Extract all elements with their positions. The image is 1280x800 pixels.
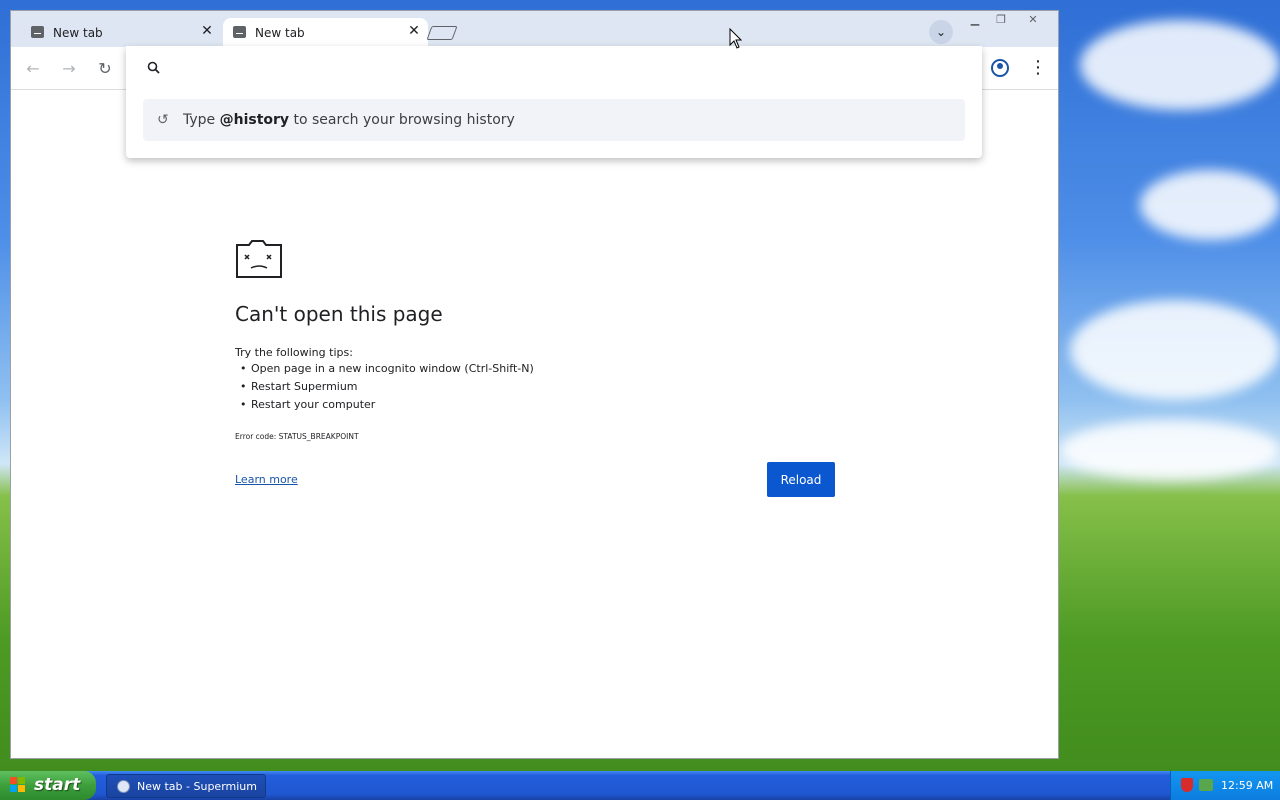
tab-close-icon[interactable]: ✕ bbox=[199, 23, 215, 39]
mouse-cursor-icon bbox=[729, 28, 743, 49]
tip-item: Restart Supermium bbox=[235, 378, 534, 396]
omnibox-dropdown: ↺ Type @history to search your browsing … bbox=[126, 46, 982, 158]
system-tray: 12:59 AM bbox=[1170, 771, 1280, 800]
reload-icon[interactable]: ↻ bbox=[95, 59, 115, 79]
desktop-cloud bbox=[1060, 420, 1280, 480]
learn-more-link[interactable]: Learn more bbox=[235, 473, 298, 486]
security-shield-icon[interactable] bbox=[1181, 778, 1193, 792]
start-button[interactable]: start bbox=[0, 771, 96, 800]
tab-search-button[interactable]: ⌄ bbox=[929, 20, 953, 44]
windows-logo-icon bbox=[10, 777, 25, 792]
profile-icon[interactable] bbox=[991, 59, 1009, 77]
start-label: start bbox=[34, 775, 81, 795]
error-code: Error code: STATUS_BREAKPOINT bbox=[235, 432, 359, 441]
forward-arrow-icon[interactable]: → bbox=[59, 59, 79, 79]
desktop-cloud bbox=[1140, 170, 1280, 240]
taskbar-item-supermium[interactable]: New tab - Supermium bbox=[106, 774, 266, 798]
clock[interactable]: 12:59 AM bbox=[1221, 779, 1273, 792]
new-tab-button[interactable] bbox=[426, 26, 458, 40]
tab-strip: New tab ✕ New tab ✕ ⌄ ▁ ❐ ✕ bbox=[11, 11, 1058, 47]
history-icon: ↺ bbox=[157, 112, 169, 128]
back-arrow-icon[interactable]: ← bbox=[23, 59, 43, 79]
suggestion-text: Type @history to search your browsing hi… bbox=[183, 112, 515, 128]
network-icon[interactable] bbox=[1199, 779, 1213, 791]
tip-item: Open page in a new incognito window (Ctr… bbox=[235, 360, 534, 378]
desktop-cloud bbox=[1080, 20, 1280, 110]
close-window-button[interactable]: ✕ bbox=[1021, 11, 1045, 29]
desktop-cloud bbox=[1070, 300, 1280, 400]
omnibox-suggestion[interactable]: ↺ Type @history to search your browsing … bbox=[143, 99, 965, 141]
address-bar-input[interactable] bbox=[176, 56, 940, 82]
search-icon bbox=[147, 61, 160, 74]
tips-list: Open page in a new incognito window (Ctr… bbox=[235, 360, 534, 414]
sad-folder-icon bbox=[236, 240, 282, 278]
tips-heading: Try the following tips: bbox=[235, 346, 353, 359]
tab-new-tab-1[interactable]: New tab ✕ bbox=[21, 18, 221, 47]
supermium-icon bbox=[117, 780, 130, 793]
suggestion-keyword: @history bbox=[219, 112, 290, 128]
page-icon bbox=[31, 26, 44, 38]
maximize-button[interactable]: ❐ bbox=[989, 11, 1013, 29]
minimize-button[interactable]: ▁ bbox=[963, 11, 987, 29]
browser-window: New tab ✕ New tab ✕ ⌄ ▁ ❐ ✕ ← → ↻ ⋮ Can'… bbox=[10, 10, 1059, 759]
taskbar: start New tab - Supermium 12:59 AM bbox=[0, 771, 1280, 800]
taskbar-item-label: New tab - Supermium bbox=[137, 780, 257, 793]
menu-icon[interactable]: ⋮ bbox=[1029, 57, 1047, 79]
tab-title: New tab bbox=[53, 26, 103, 40]
tab-title: New tab bbox=[255, 26, 305, 40]
error-page: Can't open this page Try the following t… bbox=[11, 90, 1058, 758]
tab-new-tab-2[interactable]: New tab ✕ bbox=[223, 18, 428, 47]
tip-item: Restart your computer bbox=[235, 396, 534, 414]
error-title: Can't open this page bbox=[235, 302, 443, 326]
reload-button[interactable]: Reload bbox=[767, 462, 835, 497]
page-icon bbox=[233, 26, 246, 38]
tab-close-icon[interactable]: ✕ bbox=[406, 23, 422, 39]
